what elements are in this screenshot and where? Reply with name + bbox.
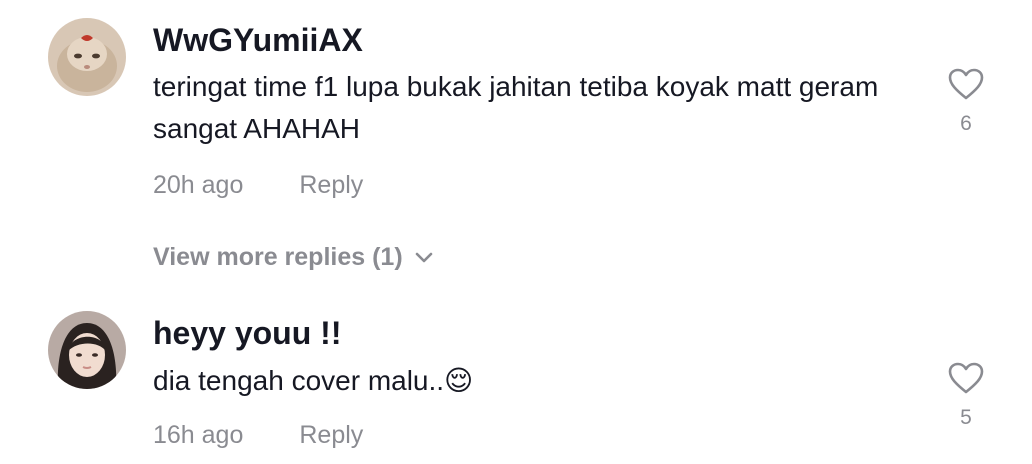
like-button[interactable]: 5 xyxy=(944,362,988,430)
cat-avatar-icon xyxy=(48,18,126,96)
comment-username[interactable]: WwGYumiiAX xyxy=(153,22,363,59)
user-avatar-icon xyxy=(48,311,126,389)
avatar[interactable] xyxy=(48,18,126,96)
comment-meta: 20h ago Reply xyxy=(153,171,363,200)
comment-time: 16h ago xyxy=(153,421,244,449)
heart-outline-icon[interactable] xyxy=(948,362,984,394)
comment-meta: 16h ago Reply xyxy=(153,421,363,450)
avatar[interactable] xyxy=(48,311,126,389)
like-button[interactable]: 6 xyxy=(944,68,988,136)
like-count: 5 xyxy=(960,406,972,429)
comment-time: 20h ago xyxy=(153,171,244,199)
reply-button[interactable]: Reply xyxy=(299,171,363,200)
comment-text: teringat time f1 lupa bukak jahitan teti… xyxy=(153,71,879,144)
comment-text: dia tengah cover malu..😌 xyxy=(153,365,474,396)
comment-username[interactable]: heyy youu !! xyxy=(153,315,341,352)
view-more-replies-label: View more replies (1) xyxy=(153,243,403,271)
heart-outline-icon[interactable] xyxy=(948,68,984,100)
like-count: 6 xyxy=(960,112,972,135)
view-more-replies-button[interactable]: View more replies (1) xyxy=(153,243,433,272)
reply-button[interactable]: Reply xyxy=(299,421,363,450)
chevron-down-icon xyxy=(415,252,432,262)
